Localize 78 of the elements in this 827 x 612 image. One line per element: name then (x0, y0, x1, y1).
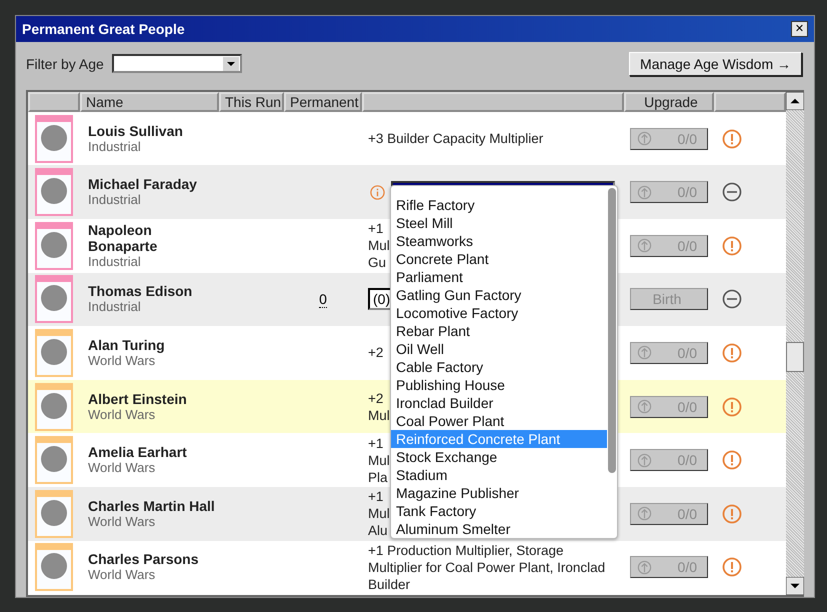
column-header: This Run (219, 92, 284, 112)
bonus-text: +3 Builder Capacity Multiplier (368, 130, 544, 148)
dropdown-option[interactable]: Stadium (391, 466, 607, 484)
bonus-text: Mul (368, 237, 390, 254)
dropdown-option[interactable]: Magazine Publisher (391, 484, 607, 502)
bonus-text: Builder (368, 576, 412, 593)
caret-icon (222, 56, 239, 71)
age-filter-dropdown[interactable] (112, 54, 242, 74)
column-header (714, 92, 786, 112)
bonus-text: +1 Production Multiplier, Storage (368, 542, 564, 559)
dropdown-option[interactable]: Aluminum Smelter (391, 520, 607, 538)
age-label: Industrial (88, 138, 141, 155)
bonus-text: +1 (368, 488, 384, 506)
arrow-up-icon (637, 399, 652, 414)
person-name: Charles Martin Hall (88, 498, 215, 514)
dropdown-option[interactable]: Rifle Factory (391, 196, 607, 214)
column-header: Name (80, 92, 219, 112)
person-name: Charles Parsons (88, 551, 198, 568)
age-label: World Wars (88, 352, 156, 369)
dropdown-option[interactable]: Rebar Plant (391, 322, 607, 340)
column-header: Permanent (284, 92, 362, 112)
age-label: Industrial (88, 254, 141, 270)
close-button[interactable]: ✕ (791, 20, 808, 37)
arrow-up-icon (637, 452, 652, 468)
person-name: Amelia Earhart (88, 444, 187, 460)
bonus-text: Gu (368, 254, 388, 272)
filter-label: Filter by Age (26, 56, 104, 72)
bonus-text: Alu (368, 522, 389, 540)
bonus-text: +2 (368, 390, 384, 407)
dropdown-option[interactable]: Concrete Plant (391, 250, 607, 268)
dropdown-option[interactable]: Parliament (391, 268, 607, 286)
bonus-text: +2 (368, 344, 384, 362)
manage-age-wisdom-button[interactable]: Manage Age Wisdom → (629, 52, 802, 76)
dropdown-option[interactable]: Cable Factory (391, 358, 607, 376)
age-label: World Wars (88, 514, 156, 530)
age-label: Industrial (88, 192, 141, 208)
dropdown-option[interactable]: Coal Power Plant (391, 412, 607, 430)
column-header (28, 92, 80, 112)
person-name: Alan Turing (88, 336, 165, 353)
bonus-text: Pla (368, 468, 389, 486)
window-title: Permanent Great People (22, 20, 185, 37)
person-name: Michael Faraday (88, 176, 197, 192)
bonus-text: Mul (368, 406, 390, 424)
age-label: World Wars (88, 567, 156, 584)
person-name: Albert Einstein (88, 390, 187, 407)
arrow-up-icon (637, 238, 652, 254)
scrollbar[interactable] (786, 92, 804, 595)
arrow-up-icon (637, 131, 652, 146)
arrow-up-icon (637, 184, 652, 200)
age-label: World Wars (88, 406, 156, 423)
person-name: Thomas Edison (88, 283, 192, 300)
dropdown-option[interactable]: Steel Mill (391, 214, 607, 232)
bonus-text: Multiplier for Coal Power Plant, Ironclad (368, 558, 606, 576)
dropdown-option[interactable]: Stock Exchange (391, 448, 607, 466)
scroll-down-icon[interactable] (786, 577, 804, 595)
dropdown-option[interactable]: Ironclad Builder (391, 394, 607, 412)
dropdown-option[interactable]: Tank Factory (391, 502, 607, 520)
permanent-count[interactable]: 0 (319, 290, 327, 308)
scroll-thumb[interactable] (608, 188, 616, 473)
dropdown-option[interactable]: Publishing House (391, 376, 607, 394)
arrow-up-icon (637, 560, 652, 575)
column-header: Upgrade (624, 92, 714, 112)
bonus-text: Mul (368, 505, 390, 522)
bonus-text: +1 (368, 434, 384, 452)
arrow-up-icon (637, 345, 652, 360)
arrow-up-icon (637, 506, 652, 522)
scroll-up-icon[interactable] (786, 92, 804, 110)
scroll-thumb[interactable] (786, 342, 804, 372)
person-name: Napoleon Bonaparte (88, 222, 158, 254)
bonus-text: Mul (368, 452, 390, 469)
bonus-text: +1 (368, 220, 384, 238)
person-name: Louis Sullivan (88, 122, 183, 139)
age-label: Industrial (88, 299, 141, 316)
minus-circle-icon[interactable] (722, 289, 742, 310)
dropdown-option[interactable]: Oil Well (391, 340, 607, 358)
dropdown-option[interactable]: Steamworks (391, 232, 607, 250)
age-label: World Wars (88, 460, 156, 476)
minus-circle-icon[interactable] (722, 182, 742, 202)
